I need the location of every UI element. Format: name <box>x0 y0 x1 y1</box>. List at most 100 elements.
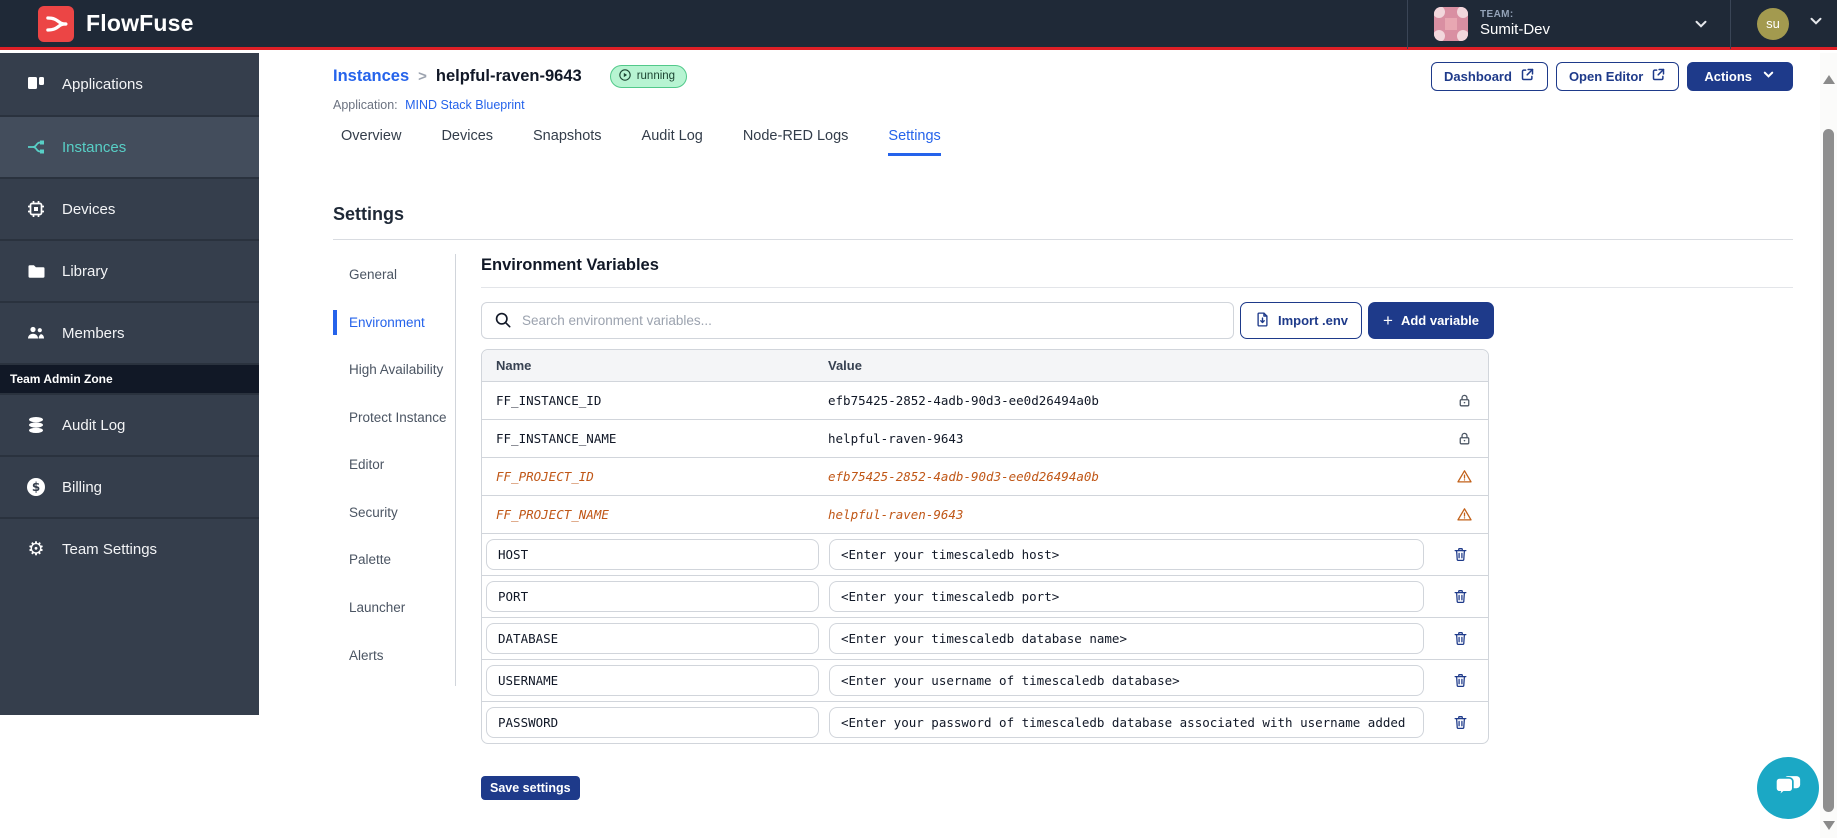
dollar-icon: $ <box>25 477 47 497</box>
folder-icon <box>25 261 47 281</box>
team-text: TEAM: Sumit-Dev <box>1480 9 1550 38</box>
delete-variable-button[interactable] <box>1433 714 1488 731</box>
plus-icon: + <box>1383 311 1393 330</box>
var-name: FF_PROJECT_ID <box>496 469 594 484</box>
sidebar-item-applications[interactable]: Applications <box>0 53 259 115</box>
var-name-input[interactable] <box>486 539 819 570</box>
var-value: helpful-raven-9643 <box>828 507 964 522</box>
settings-nav-security[interactable]: Security <box>333 500 448 526</box>
var-value: efb75425-2852-4adb-90d3-ee0d26494a0b <box>828 393 1099 408</box>
settings-nav-general[interactable]: General <box>333 262 448 288</box>
tab-audit-log[interactable]: Audit Log <box>642 128 703 156</box>
sidebar-item-devices[interactable]: Devices <box>0 177 259 239</box>
settings-nav-palette[interactable]: Palette <box>333 547 448 573</box>
dashboard-button[interactable]: Dashboard <box>1431 61 1548 91</box>
table-row <box>482 618 1488 660</box>
var-name-input[interactable] <box>486 623 819 654</box>
settings-nav-environment[interactable]: Environment <box>333 309 448 336</box>
team-selector[interactable]: TEAM: Sumit-Dev <box>1408 0 1730 47</box>
delete-variable-button[interactable] <box>1433 588 1488 605</box>
sidebar-item-billing[interactable]: $ Billing <box>0 455 259 517</box>
chevron-down-icon <box>1692 15 1710 33</box>
settings-nav-alerts[interactable]: Alerts <box>333 643 448 669</box>
play-circle-icon <box>618 68 632 85</box>
scroll-up-arrow[interactable] <box>1823 75 1835 84</box>
team-name: Sumit-Dev <box>1479 20 1550 38</box>
import-env-button[interactable]: Import .env <box>1239 302 1363 339</box>
main-content: Instances > helpful-raven-9643 running D… <box>259 53 1820 838</box>
flowfuse-logo-icon[interactable] <box>38 5 74 42</box>
save-settings-button[interactable]: Save settings <box>481 776 580 800</box>
sidebar-item-label: Devices <box>62 200 116 218</box>
tab-settings[interactable]: Settings <box>888 128 941 156</box>
sidebar-item-label: Team Settings <box>62 540 158 558</box>
instances-icon <box>25 136 47 158</box>
tab-node-red-logs[interactable]: Node-RED Logs <box>743 128 849 156</box>
search-box <box>481 302 1234 339</box>
user-avatar: su <box>1757 7 1789 40</box>
environment-toolbar: Import .env + Add variable <box>481 302 1494 339</box>
settings-nav-protect-instance[interactable]: Protect Instance <box>333 405 448 431</box>
chevron-down-icon <box>1807 12 1825 35</box>
settings-nav: General Environment High Availability Pr… <box>333 254 455 800</box>
sidebar-item-audit-log[interactable]: Audit Log <box>0 393 259 455</box>
applications-icon <box>25 74 47 94</box>
var-name-input[interactable] <box>486 581 819 612</box>
search-input[interactable] <box>481 302 1234 339</box>
settings-nav-launcher[interactable]: Launcher <box>333 595 448 621</box>
sidebar-item-instances[interactable]: Instances <box>0 115 259 177</box>
breadcrumb-instances-link[interactable]: Instances <box>333 67 409 86</box>
var-value-input[interactable] <box>829 539 1424 570</box>
var-value-input[interactable] <box>829 581 1424 612</box>
settings-nav-editor[interactable]: Editor <box>333 452 448 478</box>
team-admin-zone-label: Team Admin Zone <box>0 363 259 393</box>
delete-variable-button[interactable] <box>1433 630 1488 647</box>
dashboard-label: Dashboard <box>1444 68 1512 84</box>
sidebar-item-label: Instances <box>62 138 127 156</box>
delete-variable-button[interactable] <box>1433 672 1488 689</box>
sidebar-item-members[interactable]: Members <box>0 301 259 363</box>
sidebar: Applications Instances Devices Library M… <box>0 53 259 715</box>
scroll-down-arrow[interactable] <box>1823 821 1835 830</box>
var-name-input[interactable] <box>486 707 819 738</box>
var-value-input[interactable] <box>829 665 1424 696</box>
delete-variable-button[interactable] <box>1433 546 1488 563</box>
settings-nav-high-availability[interactable]: High Availability <box>333 357 448 383</box>
sidebar-item-library[interactable]: Library <box>0 239 259 301</box>
var-value-input[interactable] <box>829 623 1424 654</box>
tab-overview[interactable]: Overview <box>341 128 401 156</box>
chip-icon <box>25 199 47 219</box>
team-avatar <box>1433 6 1468 41</box>
open-editor-button[interactable]: Open Editor <box>1555 61 1680 91</box>
actions-button[interactable]: Actions <box>1687 61 1793 91</box>
status-badge: running <box>609 64 688 88</box>
status-text: running <box>636 70 676 82</box>
environment-divider <box>481 287 1793 288</box>
warning-icon <box>1440 506 1488 523</box>
application-line: Application: MIND Stack Blueprint <box>333 98 1793 112</box>
var-name-input[interactable] <box>486 665 819 696</box>
table-header: Name Value <box>482 350 1488 382</box>
chat-icon <box>1771 770 1805 807</box>
actions-label: Actions <box>1704 68 1752 84</box>
application-link[interactable]: MIND Stack Blueprint <box>405 98 524 112</box>
var-name: FF_INSTANCE_ID <box>496 393 602 408</box>
instance-tabs: Overview Devices Snapshots Audit Log Nod… <box>333 128 1793 156</box>
chat-widget-button[interactable] <box>1757 757 1819 819</box>
tab-devices[interactable]: Devices <box>441 128 493 156</box>
scrollbar <box>1820 53 1837 838</box>
sidebar-item-label: Billing <box>62 478 103 496</box>
var-value-input[interactable] <box>829 707 1424 738</box>
settings-divider <box>333 239 1793 240</box>
add-variable-button[interactable]: + Add variable <box>1368 302 1494 339</box>
table-row <box>482 660 1488 702</box>
tab-snapshots[interactable]: Snapshots <box>533 128 602 156</box>
settings-body: General Environment High Availability Pr… <box>333 254 1793 800</box>
application-label: Application: <box>333 98 398 112</box>
search-icon <box>493 310 513 335</box>
user-menu[interactable]: su <box>1731 0 1837 47</box>
sidebar-item-team-settings[interactable]: ⚙ Team Settings <box>0 517 259 579</box>
environment-panel: Environment Variables Search environment… <box>481 254 1793 800</box>
column-value: Value <box>828 358 862 373</box>
scrollbar-thumb[interactable] <box>1823 129 1834 812</box>
